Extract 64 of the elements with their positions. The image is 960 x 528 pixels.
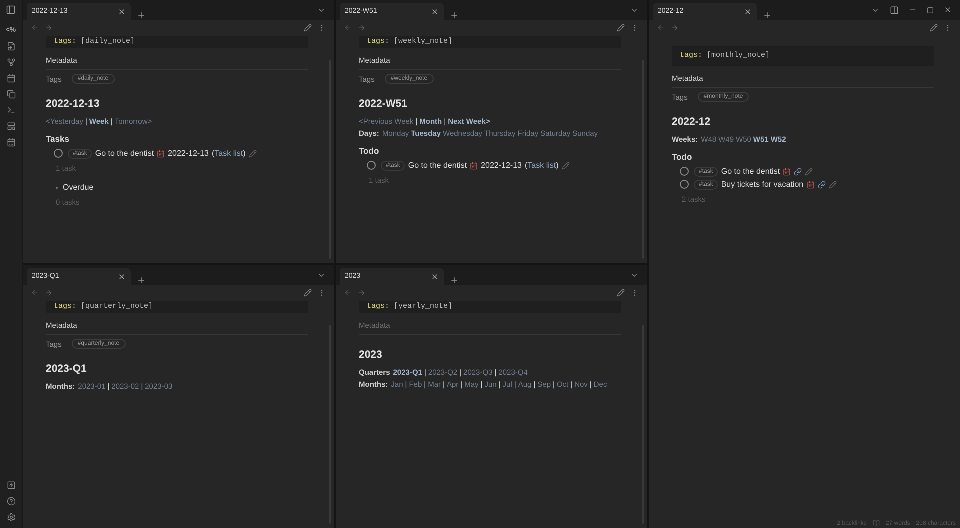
task-checkbox[interactable]	[680, 180, 689, 189]
section-heading: Todo	[359, 145, 380, 158]
note-title: 2023	[359, 348, 384, 363]
help-icon[interactable]	[6, 497, 16, 506]
edit-icon[interactable]	[304, 24, 312, 32]
edit-icon[interactable]	[617, 24, 625, 32]
close-icon[interactable]	[118, 272, 126, 280]
edit-icon[interactable]	[828, 180, 837, 188]
task-text: Go to the dentist	[721, 167, 780, 176]
new-tab-icon[interactable]	[763, 11, 772, 20]
task-backlink[interactable]: (Task list)	[212, 149, 246, 158]
edit-icon[interactable]	[805, 168, 814, 176]
settings-icon[interactable]	[6, 513, 16, 522]
group-heading: Overdue	[63, 183, 94, 192]
task-checkbox[interactable]	[367, 161, 376, 170]
note-title: 2023-Q1	[46, 362, 88, 377]
sidebar-toggle-icon[interactable]	[890, 6, 899, 14]
link-icon[interactable]	[818, 180, 826, 188]
terminal-icon[interactable]	[6, 106, 16, 115]
task-checkbox[interactable]	[680, 167, 689, 176]
calendar-icon	[157, 150, 166, 158]
calendar-icon	[806, 180, 815, 188]
close-icon[interactable]	[744, 8, 752, 16]
layout-icon[interactable]	[6, 122, 16, 131]
close-icon[interactable]	[431, 8, 439, 16]
new-tab-icon[interactable]	[450, 11, 459, 20]
task-text: Go to the dentist	[408, 161, 468, 170]
forward-icon[interactable]	[358, 289, 366, 297]
copy-icon[interactable]	[6, 90, 16, 99]
edit-icon[interactable]	[930, 24, 938, 32]
maximize-icon[interactable]	[927, 6, 934, 14]
close-icon[interactable]	[944, 6, 952, 14]
forward-icon[interactable]	[358, 24, 366, 32]
graph-icon[interactable]	[6, 58, 16, 67]
section-heading: Todo	[672, 151, 694, 164]
edit-icon[interactable]	[562, 162, 570, 170]
task-backlink[interactable]: (Task list)	[524, 161, 559, 170]
note-title: 2022-W51	[359, 97, 408, 112]
close-icon[interactable]	[118, 8, 126, 16]
calendar-icon[interactable]	[6, 138, 16, 147]
link-icon[interactable]	[794, 168, 802, 176]
new-tab-icon[interactable]	[137, 11, 146, 20]
edit-icon[interactable]	[617, 289, 625, 297]
task-text: Go to the dentist	[95, 149, 154, 158]
task-text: Buy tickets for vacation	[721, 180, 804, 189]
forward-icon[interactable]	[45, 289, 53, 297]
calendar-icon	[783, 168, 792, 176]
note-title: 2022-12-13	[46, 97, 101, 112]
forward-icon[interactable]	[45, 24, 53, 32]
task-checkbox[interactable]	[54, 149, 63, 158]
calendar-icon	[470, 162, 478, 170]
edit-icon[interactable]	[304, 289, 312, 297]
edit-icon[interactable]	[248, 150, 257, 158]
sidebar-toggle-icon[interactable]	[6, 5, 16, 15]
due-date: 2022-12-13	[481, 161, 522, 170]
new-tab-icon[interactable]	[137, 276, 146, 285]
due-date: 2022-12-13	[168, 149, 209, 158]
section-heading: Tasks	[46, 133, 70, 146]
new-tab-icon[interactable]	[450, 276, 459, 285]
calendar-icon[interactable]	[6, 74, 16, 83]
close-icon[interactable]	[431, 272, 439, 280]
note-title: 2022-12	[672, 115, 712, 130]
file-icon[interactable]	[6, 42, 16, 51]
forward-icon[interactable]	[671, 24, 679, 32]
